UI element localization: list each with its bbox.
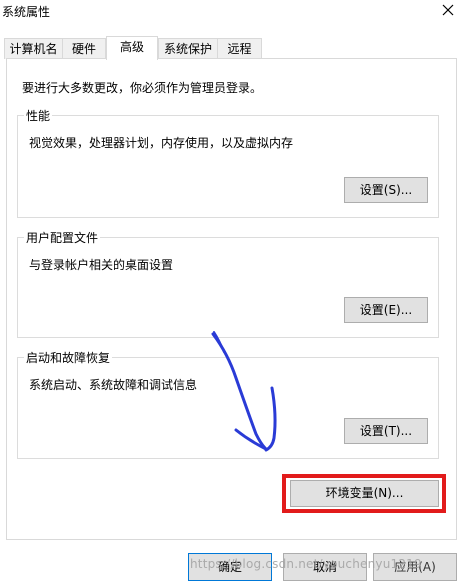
tab-strip: 计算机名 硬件 高级 系统保护 远程 bbox=[0, 36, 463, 60]
user-profiles-title: 用户配置文件 bbox=[24, 229, 101, 246]
highlight-box bbox=[282, 474, 446, 513]
performance-group: 性能 视觉效果，处理器计划，内存使用，以及虚拟内存 设置(S)... bbox=[17, 107, 439, 218]
user-profiles-desc: 与登录帐户相关的桌面设置 bbox=[29, 258, 174, 272]
admin-note: 要进行大多数更改，你必须作为管理员登录。 bbox=[22, 81, 263, 95]
performance-settings-button[interactable]: 设置(S)... bbox=[344, 177, 428, 203]
tab-advanced[interactable]: 高级 bbox=[106, 36, 158, 60]
user-profiles-group: 用户配置文件 与登录帐户相关的桌面设置 设置(E)... bbox=[17, 229, 439, 338]
tab-remote[interactable]: 远程 bbox=[217, 38, 262, 59]
startup-recovery-settings-label: 设置(T)... bbox=[359, 424, 413, 438]
startup-recovery-desc: 系统启动、系统故障和调试信息 bbox=[29, 378, 198, 392]
startup-recovery-group: 启动和故障恢复 系统启动、系统故障和调试信息 设置(T)... bbox=[17, 349, 439, 459]
title-bar: 系统属性 bbox=[0, 0, 463, 30]
startup-recovery-title: 启动和故障恢复 bbox=[24, 349, 113, 366]
watermark: https://blog.csdn.net/youchenyu1219 bbox=[190, 557, 422, 571]
startup-recovery-settings-button[interactable]: 设置(T)... bbox=[344, 418, 428, 444]
tab-hardware[interactable]: 硬件 bbox=[62, 38, 106, 59]
performance-desc: 视觉效果，处理器计划，内存使用，以及虚拟内存 bbox=[29, 136, 294, 150]
tab-computer-name[interactable]: 计算机名 bbox=[4, 38, 63, 59]
close-icon[interactable] bbox=[440, 2, 456, 18]
performance-title: 性能 bbox=[24, 107, 53, 124]
window-title: 系统属性 bbox=[2, 5, 51, 19]
performance-settings-label: 设置(S)... bbox=[359, 183, 413, 197]
user-profiles-settings-button[interactable]: 设置(E)... bbox=[344, 297, 428, 323]
user-profiles-settings-label: 设置(E)... bbox=[359, 303, 413, 317]
tab-system-protection[interactable]: 系统保护 bbox=[158, 38, 218, 59]
